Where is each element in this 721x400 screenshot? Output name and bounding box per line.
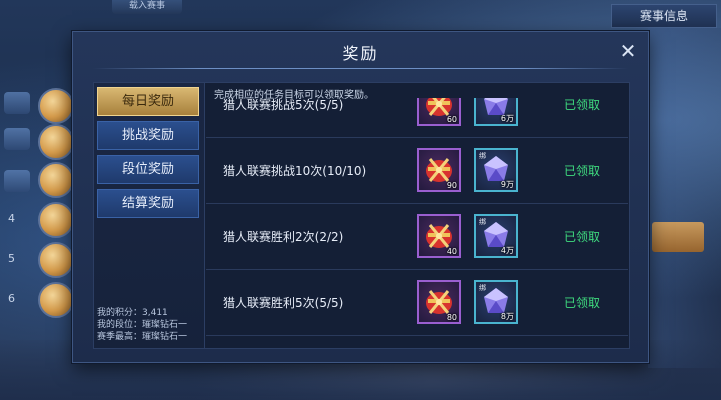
tab-settlement-reward[interactable]: 结算奖励 — [97, 189, 199, 218]
event-info-button[interactable]: 赛事信息 — [611, 4, 717, 28]
task-name: 猎人联赛挑战5次(5/5) — [223, 98, 344, 112]
task-name: 猎人联赛挑战10次(10/10) — [223, 164, 367, 178]
chest-count: 90 — [446, 181, 457, 190]
reward-dialog: 奖励 ✕ 每日奖励 挑战奖励 段位奖励 结算奖励 我的积分：3,411 我的段位… — [72, 31, 649, 363]
rank-line: 我的段位：璀璨钻石一 — [97, 319, 205, 331]
claimed-status: 已领取 — [564, 296, 601, 310]
score-label: 我的积分： — [97, 308, 143, 318]
reward-tab-list: 每日奖励 挑战奖励 段位奖励 结算奖励 我的积分：3,411 我的段位：璀璨钻石… — [94, 83, 205, 348]
dialog-title: 奖励 — [342, 44, 379, 63]
best-label: 赛季最高： — [97, 332, 143, 342]
diamond-count: 4万 — [500, 246, 514, 255]
title-divider — [93, 68, 628, 69]
bound-tag: 绑 — [479, 284, 486, 292]
task-name: 猎人联赛胜利5次(5/5) — [223, 296, 344, 310]
task-row: 猎人联赛挑战10次(10/10) 90 绑 9万 已领取 — [206, 139, 628, 204]
reward-diamond-item[interactable]: 绑 9万 — [474, 148, 518, 192]
reward-diamond-item[interactable]: 绑 8万 — [474, 280, 518, 324]
tab-rank-reward[interactable]: 段位奖励 — [97, 155, 199, 184]
rank-label: 我的段位： — [97, 320, 143, 330]
reward-chest-item[interactable]: 60 — [417, 98, 461, 126]
rank-number: 4 — [8, 212, 15, 225]
rank-number: 6 — [8, 292, 15, 305]
diamond-count: 6万 — [500, 114, 514, 123]
chest-count: 60 — [446, 115, 457, 124]
player-avatar — [38, 202, 74, 238]
rank-number: 5 — [8, 252, 15, 265]
best-value: 璀璨钻石一 — [142, 332, 188, 342]
claimed-status: 已领取 — [564, 164, 601, 178]
tab-daily-reward[interactable]: 每日奖励 — [97, 87, 199, 116]
rank-badge-icon — [4, 170, 30, 192]
player-avatar — [38, 162, 74, 198]
best-line: 赛季最高：璀璨钻石一 — [97, 331, 205, 343]
diamond-count: 9万 — [500, 180, 514, 189]
reward-chest-item[interactable]: 80 — [417, 280, 461, 324]
chest-count: 80 — [446, 313, 457, 322]
rank-badge-icon — [4, 92, 30, 114]
background-action-button[interactable] — [652, 222, 704, 252]
reward-chest-item[interactable]: 40 — [417, 214, 461, 258]
diamond-count: 8万 — [500, 312, 514, 321]
player-avatar — [38, 88, 74, 124]
score-value: 3,411 — [142, 308, 168, 318]
bound-tag: 绑 — [479, 152, 486, 160]
task-row: 猎人联赛挑战5次(5/5) 60 6万 已领取 — [206, 98, 628, 138]
player-avatar — [38, 242, 74, 278]
tab-challenge-reward[interactable]: 挑战奖励 — [97, 121, 199, 150]
reward-diamond-item[interactable]: 6万 — [474, 98, 518, 126]
rank-value: 璀璨钻石一 — [142, 320, 188, 330]
rank-badge-icon — [4, 128, 30, 150]
player-avatar — [38, 282, 74, 318]
task-row: 猎人联赛胜利2次(2/2) 40 绑 4万 已领取 — [206, 205, 628, 270]
reward-diamond-item[interactable]: 绑 4万 — [474, 214, 518, 258]
background-top-tab: 载入赛事 — [112, 0, 182, 14]
player-avatar — [38, 124, 74, 160]
close-icon[interactable]: ✕ — [616, 39, 640, 63]
task-name: 猎人联赛胜利2次(2/2) — [223, 230, 344, 244]
task-list[interactable]: 猎人联赛挑战5次(5/5) 60 6万 已领取 猎人联赛挑战10次(10/10) 90 绑 9… — [206, 98, 629, 348]
claimed-status: 已领取 — [564, 98, 601, 112]
player-stats: 我的积分：3,411 我的段位：璀璨钻石一 赛季最高：璀璨钻石一 — [97, 307, 205, 343]
task-row: 猎人联赛胜利5次(5/5) 80 绑 8万 已领取 — [206, 271, 628, 336]
score-line: 我的积分：3,411 — [97, 307, 205, 319]
background-right-panel — [648, 28, 721, 368]
bound-tag: 绑 — [479, 218, 486, 226]
reward-content: 每日奖励 挑战奖励 段位奖励 结算奖励 我的积分：3,411 我的段位：璀璨钻石… — [93, 82, 630, 349]
claimed-status: 已领取 — [564, 230, 601, 244]
chest-count: 40 — [446, 247, 457, 256]
reward-chest-item[interactable]: 90 — [417, 148, 461, 192]
